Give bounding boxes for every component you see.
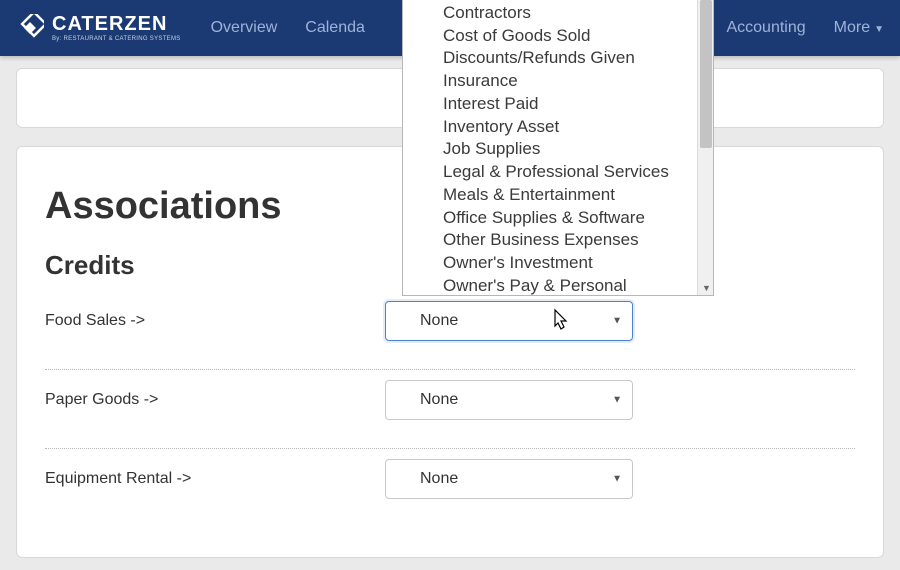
row-label: Equipment Rental -> bbox=[45, 470, 385, 488]
dropdown-option[interactable]: Insurance bbox=[403, 70, 713, 93]
dropdown-option[interactable]: Meals & Entertainment bbox=[403, 184, 713, 207]
dropdown-option[interactable]: Contractors bbox=[403, 2, 713, 25]
paper-goods-select[interactable]: None ▼ bbox=[385, 380, 633, 420]
dropdown-option[interactable]: Other Business Expenses bbox=[403, 229, 713, 252]
dropdown-option[interactable]: Owner's Investment bbox=[403, 252, 713, 275]
select-wrap: None ▼ bbox=[385, 459, 633, 499]
nav-calendar[interactable]: Calenda bbox=[305, 19, 365, 37]
row-food-sales: Food Sales -> None ▼ bbox=[45, 301, 855, 370]
nav-items-right: Accounting More ▼ bbox=[726, 19, 884, 37]
equipment-rental-select[interactable]: None ▼ bbox=[385, 459, 633, 499]
chevron-down-icon: ▼ bbox=[612, 316, 622, 327]
select-wrap: None ▼ bbox=[385, 301, 633, 341]
select-value: None bbox=[420, 470, 458, 488]
chevron-down-icon: ▼ bbox=[612, 395, 622, 406]
row-label: Paper Goods -> bbox=[45, 391, 385, 409]
nav-accounting[interactable]: Accounting bbox=[726, 19, 805, 37]
dropdown-option[interactable]: Interest Paid bbox=[403, 93, 713, 116]
logo-main: CATERZEN bbox=[52, 14, 181, 34]
row-paper-goods: Paper Goods -> None ▼ bbox=[45, 380, 855, 449]
logo-icon bbox=[16, 14, 44, 42]
logo-sub: By: RESTAURANT & CATERING SYSTEMS bbox=[52, 36, 181, 42]
nav-items-left: Overview Calenda bbox=[211, 19, 365, 37]
dropdown-option[interactable]: Discounts/Refunds Given bbox=[403, 47, 713, 70]
select-value: None bbox=[420, 391, 458, 409]
row-equipment-rental: Equipment Rental -> None ▼ bbox=[45, 459, 855, 527]
chevron-down-icon: ▼ bbox=[612, 474, 622, 485]
nav-more[interactable]: More ▼ bbox=[834, 19, 884, 37]
logo-text: CATERZEN By: RESTAURANT & CATERING SYSTE… bbox=[52, 14, 181, 42]
scrollbar[interactable]: ▼ bbox=[697, 0, 713, 295]
scrollbar-thumb[interactable] bbox=[700, 0, 712, 148]
dropdown-option[interactable]: Inventory Asset bbox=[403, 116, 713, 139]
dropdown-option[interactable]: Cost of Goods Sold bbox=[403, 25, 713, 48]
scroll-down-icon[interactable]: ▼ bbox=[702, 283, 711, 293]
nav-more-label: More bbox=[834, 19, 870, 36]
dropdown-option[interactable]: Job Supplies bbox=[403, 138, 713, 161]
food-sales-select[interactable]: None ▼ bbox=[385, 301, 633, 341]
nav-overview[interactable]: Overview bbox=[211, 19, 278, 37]
select-wrap: None ▼ bbox=[385, 380, 633, 420]
dropdown-option[interactable]: Legal & Professional Services bbox=[403, 161, 713, 184]
dropdown-list: ContractorsCost of Goods SoldDiscounts/R… bbox=[403, 0, 713, 296]
dropdown-option[interactable]: Owner's Pay & Personal Expenses bbox=[403, 275, 713, 296]
account-dropdown: ContractorsCost of Goods SoldDiscounts/R… bbox=[402, 0, 714, 296]
row-label: Food Sales -> bbox=[45, 312, 385, 330]
chevron-down-icon: ▼ bbox=[874, 24, 884, 35]
dropdown-option[interactable]: Office Supplies & Software bbox=[403, 207, 713, 230]
brand-logo[interactable]: CATERZEN By: RESTAURANT & CATERING SYSTE… bbox=[16, 14, 181, 42]
select-value: None bbox=[420, 312, 458, 330]
